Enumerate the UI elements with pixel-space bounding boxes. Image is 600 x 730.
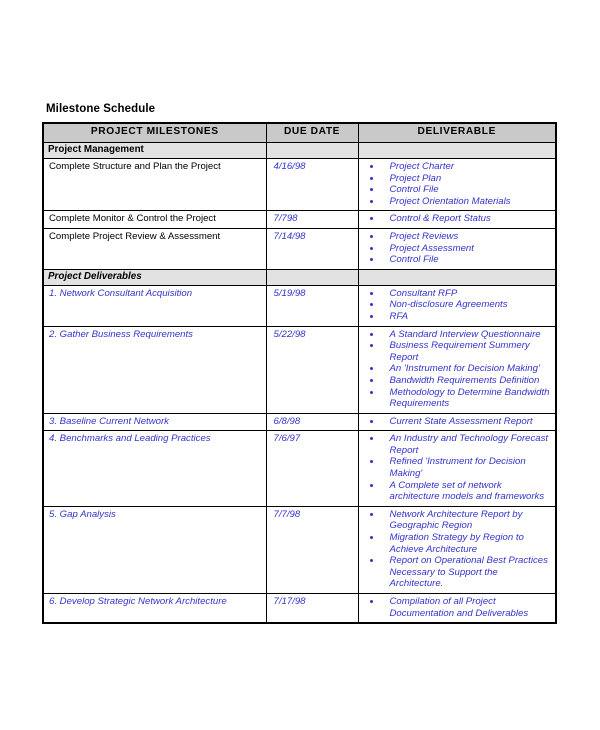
list-item: A Standard Interview Questionnaire [359,329,553,341]
list-item: RFA [359,311,553,323]
section-title-cell: Project Management [42,142,267,159]
list-item: Control File [359,254,553,266]
milestone-cell: 5. Gap Analysis [42,505,267,595]
milestone-cell: 4. Benchmarks and Leading Practices [42,430,267,507]
milestone-cell: 3. Baseline Current Network [42,412,267,432]
deliverable-list: An Industry and Technology Forecast Repo… [359,433,553,503]
due-date-cell: 6/8/98 [265,412,359,432]
due-date-cell: 7/6/97 [265,430,359,507]
due-date-cell: 5/22/98 [265,325,359,414]
list-item: Current State Assessment Report [359,416,553,428]
deliverable-cell: An Industry and Technology Forecast Repo… [357,430,557,507]
deliverable-cell: Project Charter Project Plan Control File P… [357,157,557,212]
due-date-cell: 7/798 [265,210,359,229]
deliverable-cell: Compilation of all Project Documentation… [357,593,557,624]
milestone-cell: 6. Develop Strategic Network Architectur… [42,593,267,624]
section-deliverable-cell [357,268,557,286]
table-row: 3. Baseline Current Network 6/8/98 Current… [42,412,557,432]
table-row: 1. Network Consultant Acquisition 5/19/98… [42,284,557,327]
table-row: Complete Project Review & Assessment 7/14… [42,227,557,270]
deliverable-list: Compilation of all Project Documentation… [359,596,553,619]
deliverable-cell: Consultant RFP Non-disclosure Agreements R… [357,284,557,327]
list-item: Control File [359,184,553,196]
list-item: Business Requirement Summery Report [359,340,553,363]
table-header-row: PROJECT MILESTONES DUE DATE DELIVERABLE [42,122,557,143]
deliverable-list: Current State Assessment Report [359,416,553,428]
section-due-cell [265,268,359,286]
table-row: 5. Gap Analysis 7/7/98 Network Architectur… [42,505,557,595]
deliverable-list: Project Reviews Project Assessment Control… [359,231,553,266]
milestone-schedule-table: PROJECT MILESTONES DUE DATE DELIVERABLE … [42,122,557,625]
due-date-cell: 5/19/98 [265,284,359,327]
deliverable-cell: Network Architecture Report by Geographi… [357,505,557,595]
section-header-row: Project Deliverables [42,268,557,286]
column-header-due-date: DUE DATE [265,122,359,143]
milestone-cell: 1. Network Consultant Acquisition [42,284,267,327]
table-row: Complete Structure and Plan the Project 4… [42,157,557,212]
list-item: Bandwidth Requirements Definition [359,375,553,387]
list-item: Project Orientation Materials [359,196,553,208]
section-deliverable-cell [357,142,557,159]
deliverable-list: Control & Report Status [359,213,553,225]
section-title: Project Deliverables [48,270,142,282]
milestone-cell: 2. Gather Business Requirements [42,325,267,414]
deliverable-cell: Project Reviews Project Assessment Control… [357,227,557,270]
table-body: Project Management Complete Structure and… [42,142,557,624]
column-header-deliverable: DELIVERABLE [357,122,557,143]
deliverable-list: Consultant RFP Non-disclosure Agreements R… [359,288,553,323]
list-item: Compilation of all Project Documentation… [359,596,553,619]
list-item: A Complete set of network architecture m… [359,480,553,503]
list-item: Control & Report Status [359,213,553,225]
list-item: Project Plan [359,173,553,185]
page-title: Milestone Schedule [46,103,156,115]
list-item: Project Reviews [359,231,553,243]
section-due-cell [265,142,359,159]
list-item: Methodology to Determine Bandwidth Requi… [359,387,553,410]
deliverable-list: Network Architecture Report by Geographi… [359,509,553,590]
due-date-cell: 7/14/98 [265,227,359,270]
section-title-cell: Project Deliverables [42,268,267,286]
list-item: Report on Operational Best Practices Nec… [359,555,553,590]
due-date-cell: 4/16/98 [265,157,359,212]
due-date-cell: 7/7/98 [265,505,359,595]
deliverable-list: A Standard Interview Questionnaire Busine… [359,329,553,410]
section-header-row: Project Management [42,142,557,159]
table-row: 2. Gather Business Requirements 5/22/98 A … [42,325,557,414]
list-item: An Industry and Technology Forecast Repo… [359,433,553,456]
list-item: Non-disclosure Agreements [359,299,553,311]
deliverable-cell: A Standard Interview Questionnaire Busine… [357,325,557,414]
deliverable-cell: Current State Assessment Report [357,412,557,432]
list-item: An 'Instrument for Decision Making' [359,363,553,375]
milestone-cell: Complete Project Review & Assessment [42,227,267,270]
list-item: Consultant RFP [359,288,553,300]
table-row: 4. Benchmarks and Leading Practices 7/6/9… [42,430,557,507]
table-row: Complete Monitor & Control the Project 7/… [42,210,557,229]
list-item: Network Architecture Report by Geographi… [359,509,553,532]
list-item: Migration Strategy by Region to Achieve … [359,532,553,555]
column-header-milestone: PROJECT MILESTONES [42,122,267,143]
list-item: Refined 'Instrument for Decision Making' [359,456,553,479]
table-row: 6. Develop Strategic Network Architectur… [42,593,557,624]
deliverable-cell: Control & Report Status [357,210,557,229]
milestone-cell: Complete Structure and Plan the Project [42,157,267,212]
due-date-cell: 7/17/98 [265,593,359,624]
milestone-cell: Complete Monitor & Control the Project [42,210,267,229]
list-item: Project Charter [359,161,553,173]
deliverable-list: Project Charter Project Plan Control File P… [359,161,553,207]
list-item: Project Assessment [359,243,553,255]
document-page: Milestone Schedule PROJECT MILESTONES DU… [0,0,600,730]
section-title: Project Management [48,144,144,155]
